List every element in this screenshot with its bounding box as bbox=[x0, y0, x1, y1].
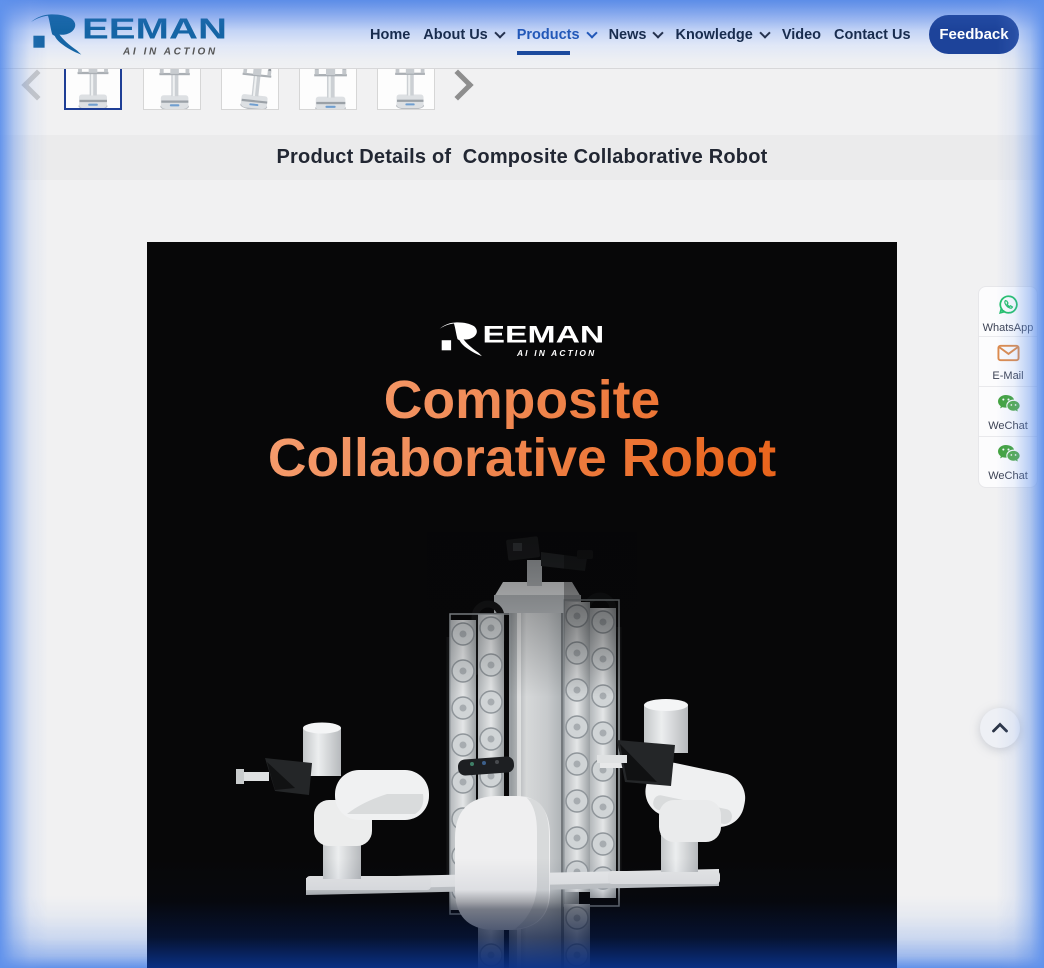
svg-text:EEMAN: EEMAN bbox=[82, 14, 227, 46]
svg-text:EEMAN: EEMAN bbox=[483, 322, 605, 349]
svg-text:AI IN ACTION: AI IN ACTION bbox=[516, 348, 596, 358]
svg-text:AI IN ACTION: AI IN ACTION bbox=[122, 47, 218, 58]
